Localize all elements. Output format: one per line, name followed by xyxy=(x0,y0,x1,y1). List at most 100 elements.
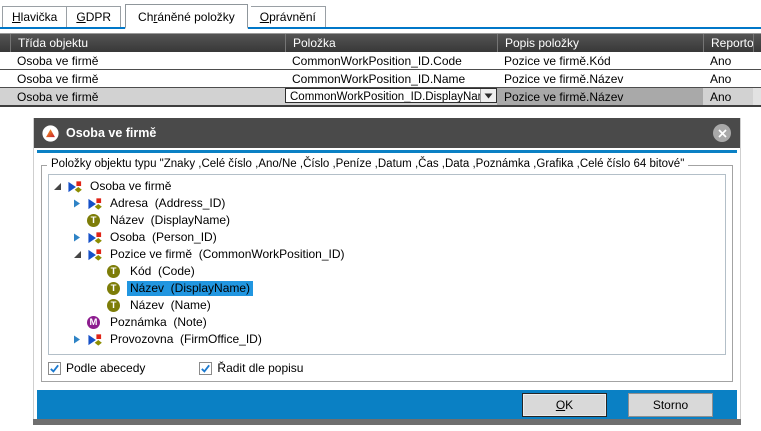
dialog-title: Osoba ve firmě xyxy=(66,126,156,140)
combobox-dropdown-button[interactable] xyxy=(480,89,496,102)
polozka-combobox[interactable]: CommonWorkPosition_ID.DisplayName xyxy=(285,88,497,103)
row-selector[interactable] xyxy=(0,52,10,70)
tree-expander-expanded-icon[interactable] xyxy=(73,249,87,261)
cell-filler xyxy=(753,88,761,107)
tree-item-label: Pozice ve firmě (CommonWorkPosition_ID) xyxy=(107,247,348,262)
tree-item-osoba-ve-firme[interactable]: Osoba ve firmě xyxy=(49,178,725,195)
ok-button-label: K xyxy=(565,398,573,412)
tree-item-label: Poznámka (Note) xyxy=(107,315,210,330)
tree-expander-none xyxy=(93,300,107,312)
row-selector-header xyxy=(0,34,10,52)
cell-popis-polozky[interactable]: Pozice ve firmě.Název xyxy=(497,88,703,107)
tab-label: áněné položky xyxy=(157,10,234,24)
tab-gdpr[interactable]: GDPR xyxy=(67,6,121,27)
cell-reportovat[interactable]: Ano xyxy=(703,52,753,70)
cell-polozka[interactable]: CommonWorkPosition_ID.Name xyxy=(285,70,497,88)
cell-polozka-editor: CommonWorkPosition_ID.DisplayName xyxy=(285,88,497,107)
tree-expander-expanded-icon[interactable] xyxy=(53,181,67,193)
tree-item-adresa[interactable]: Adresa (Address_ID) xyxy=(49,195,725,212)
tree-item-label: Adresa (Address_ID) xyxy=(107,196,228,211)
tree-item-label: Osoba ve firmě xyxy=(87,179,174,194)
app-window: { "tabs": [ { "pre": "", "key": "H", "po… xyxy=(0,0,761,431)
object-icon xyxy=(87,332,103,347)
checkbox-podle-abecedy[interactable] xyxy=(48,362,61,375)
tree-expander-none xyxy=(93,283,107,295)
tab-label: DPR xyxy=(86,10,111,24)
items-groupbox: Položky objektu typu "Znaky ,Celé číslo … xyxy=(41,165,733,382)
text-field-icon: T xyxy=(87,213,103,228)
object-tree: Osoba ve firmě Adresa (Address_ID) T Náz… xyxy=(48,174,726,355)
tab-chranene-polozky[interactable]: Chráněné položky xyxy=(125,4,248,29)
check-icon xyxy=(49,363,60,374)
row-selector[interactable] xyxy=(0,70,10,88)
sort-options: Podle abecedy Řadit dle popisu xyxy=(48,361,303,375)
dialog-footer: OK Storno xyxy=(37,390,737,419)
tree-item-label: Kód (Code) xyxy=(127,264,198,279)
groupbox-label: Položky objektu typu "Znaky ,Celé číslo … xyxy=(47,158,688,170)
cell-filler xyxy=(753,70,761,88)
tab-label: O xyxy=(260,10,269,24)
object-icon xyxy=(87,196,103,211)
tab-label: H xyxy=(12,10,21,24)
cell-polozka[interactable]: CommonWorkPosition_ID.Code xyxy=(285,52,497,70)
object-icon xyxy=(87,230,103,245)
tab-opravneni[interactable]: Oprávnění xyxy=(251,6,326,27)
tab-hlavicka[interactable]: Hlavička xyxy=(2,6,67,27)
tree-expander-none xyxy=(73,317,87,329)
tree-item-nazev-displayname[interactable]: T Název (DisplayName) xyxy=(49,212,725,229)
tree-item-label: Název (Name) xyxy=(127,298,214,313)
close-icon[interactable] xyxy=(713,124,731,142)
tree-item-nazev-displayname-selected[interactable]: T Název (DisplayName) xyxy=(49,280,725,297)
accent-line xyxy=(37,150,737,153)
cell-reportovat[interactable]: Ano xyxy=(703,70,753,88)
dialog-bottom-edge xyxy=(33,419,741,425)
text-field-icon: T xyxy=(107,264,123,279)
column-header-popis-polozky[interactable]: Popis položky xyxy=(497,34,703,52)
object-icon xyxy=(87,247,103,262)
checkbox-label: Řadit dle popisu xyxy=(217,361,303,375)
cell-filler xyxy=(753,52,761,70)
object-icon xyxy=(67,179,83,194)
protected-items-table: Třída objektu Položka Popis položky Repo… xyxy=(0,33,761,107)
check-icon xyxy=(200,363,211,374)
checkbox-radit-dle-popisu[interactable] xyxy=(199,362,212,375)
tab-label: právnění xyxy=(269,10,316,24)
tree-item-nazev-name[interactable]: T Název (Name) xyxy=(49,297,725,314)
cell-trida-objektu[interactable]: Osoba ve firmě xyxy=(10,52,285,70)
tree-item-poznamka[interactable]: M Poznámka (Note) xyxy=(49,314,725,331)
row-selector[interactable] xyxy=(0,88,10,107)
combobox-value: CommonWorkPosition_ID.DisplayName xyxy=(286,89,480,102)
cell-trida-objektu[interactable]: Osoba ve firmě xyxy=(10,70,285,88)
cell-trida-objektu[interactable]: Osoba ve firmě xyxy=(10,88,285,107)
column-header-reportovat[interactable]: Reportovat xyxy=(703,34,753,52)
tree-expander-collapsed-icon[interactable] xyxy=(73,334,87,346)
column-header-trida-objektu[interactable]: Třída objektu xyxy=(10,34,285,52)
tree-item-provozovna[interactable]: Provozovna (FirmOffice_ID) xyxy=(49,331,725,348)
text-field-icon: T xyxy=(107,281,123,296)
field-picker-dialog: Osoba ve firmě Položky objektu typu "Zna… xyxy=(33,118,741,425)
ok-button-label: O xyxy=(556,398,565,412)
checkbox-label: Podle abecedy xyxy=(66,361,145,375)
column-header-polozka[interactable]: Položka xyxy=(285,34,497,52)
tab-label: G xyxy=(76,10,85,24)
cell-popis-polozky[interactable]: Pozice ve firmě.Název xyxy=(497,70,703,88)
tree-item-label: Provozovna (FirmOffice_ID) xyxy=(107,332,265,347)
tab-label: lavička xyxy=(21,10,58,24)
memo-icon: M xyxy=(87,315,103,330)
tree-item-kod[interactable]: T Kód (Code) xyxy=(49,263,725,280)
tab-strip: Hlavička GDPR Chráněné položky Oprávnění xyxy=(0,2,761,29)
tree-item-label: Název (DisplayName) xyxy=(107,213,233,228)
tree-item-pozice-ve-firme[interactable]: Pozice ve firmě (CommonWorkPosition_ID) xyxy=(49,246,725,263)
tree-expander-collapsed-icon[interactable] xyxy=(73,232,87,244)
cell-popis-polozky[interactable]: Pozice ve firmě.Kód xyxy=(497,52,703,70)
cell-reportovat[interactable]: Ano xyxy=(703,88,753,107)
chevron-down-icon xyxy=(484,93,493,99)
tree-item-label: Osoba (Person_ID) xyxy=(107,230,220,245)
ok-button[interactable]: OK xyxy=(522,393,607,417)
tab-label: Ch xyxy=(138,10,153,24)
dialog-content: Položky objektu typu "Znaky ,Celé číslo … xyxy=(34,148,740,390)
tree-item-osoba[interactable]: Osoba (Person_ID) xyxy=(49,229,725,246)
tree-expander-none xyxy=(73,215,87,227)
cancel-button[interactable]: Storno xyxy=(628,393,713,417)
tree-expander-collapsed-icon[interactable] xyxy=(73,198,87,210)
